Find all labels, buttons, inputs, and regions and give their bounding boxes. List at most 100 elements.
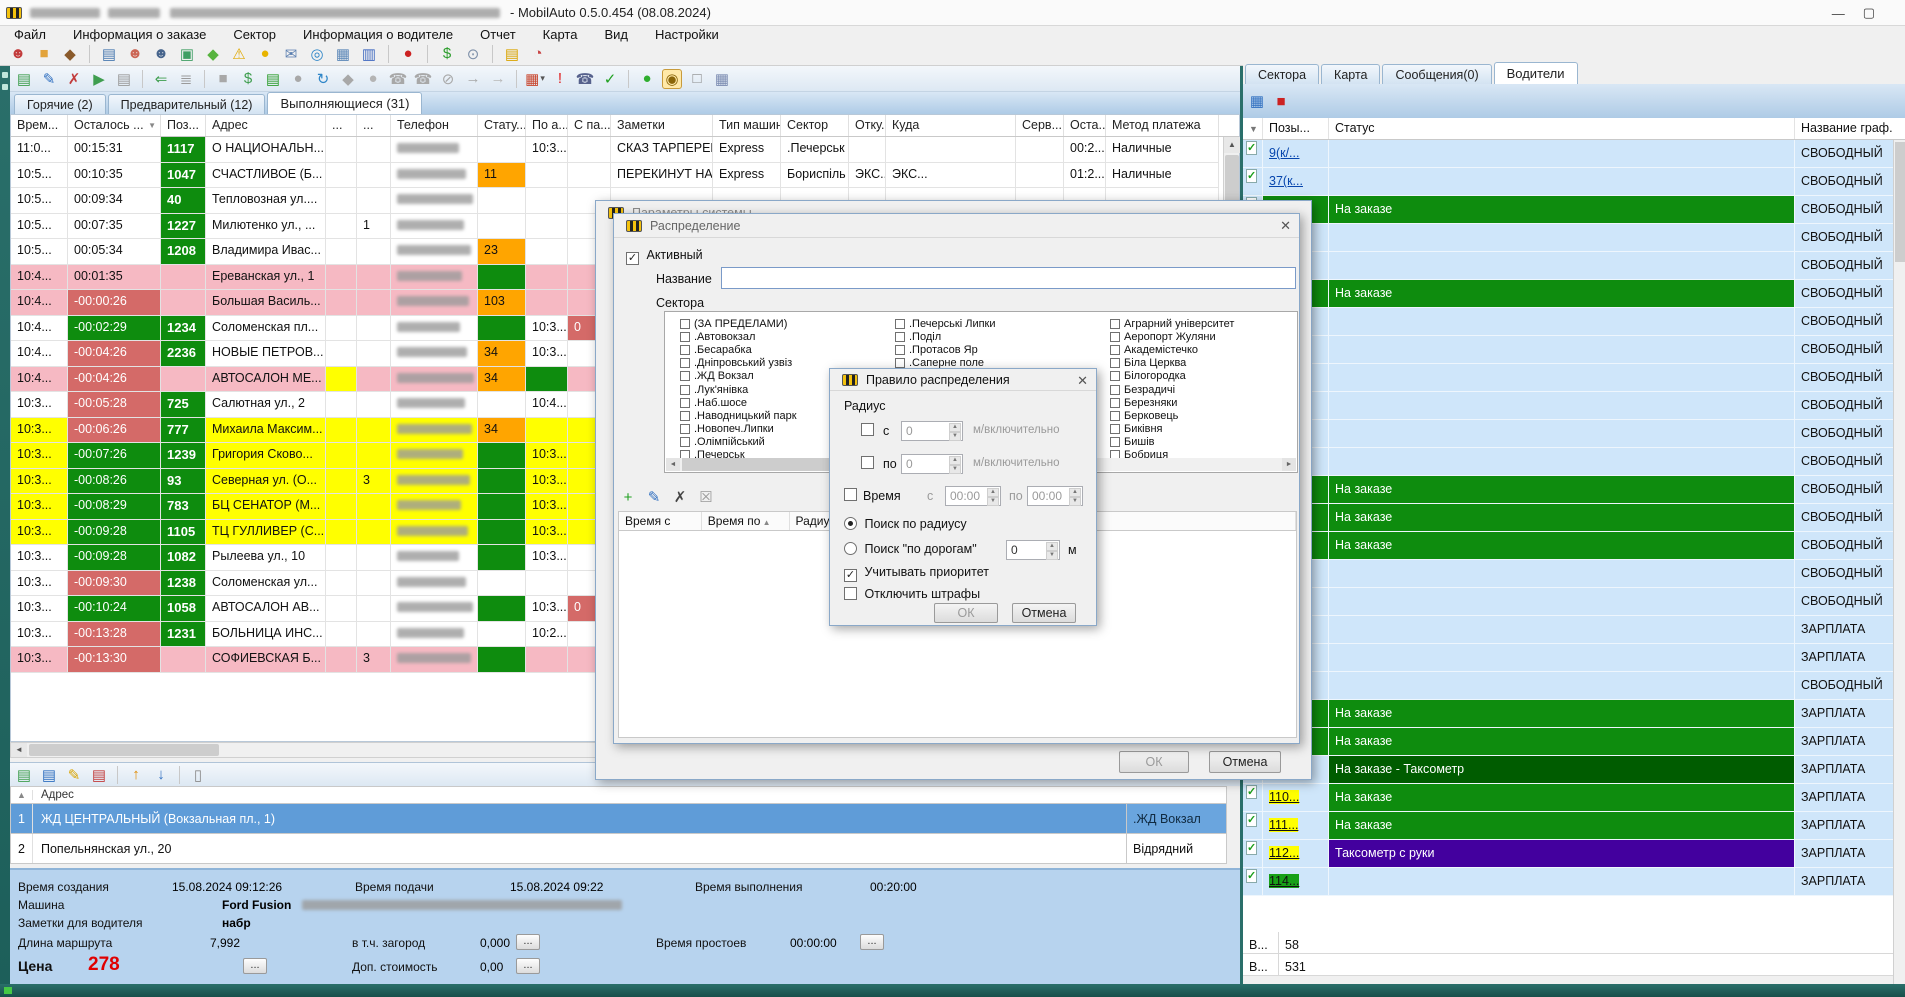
rules-column-header-1[interactable]: Время по ▲ [702,512,790,530]
sector-item[interactable]: Биківня [1110,423,1234,436]
sector-item[interactable]: Біла Церква [1110,357,1234,370]
checkbox-icon[interactable] [1110,385,1120,395]
doc-gray-icon[interactable]: ▤ [114,69,134,89]
minimize-button[interactable]: — [1832,6,1845,21]
db-edit-icon[interactable]: ✎ [39,69,59,89]
driver-row[interactable]: ✓На заказеСВОБОДНЫЙ [1243,504,1893,532]
orders-column-header-7[interactable]: Стату... [478,115,526,136]
orders-column-header-0[interactable]: Врем... [11,115,68,136]
frame-icon[interactable]: □ [687,69,707,89]
checkbox-icon[interactable] [1110,437,1120,447]
checkbox-icon[interactable] [1110,345,1120,355]
menu-Отчет[interactable]: Отчет [480,27,516,42]
sector-item[interactable]: (ЗА ПРЕДЕЛАМИ) [680,317,797,330]
driver-callsign-link[interactable]: 9(к/... [1269,146,1299,160]
driver-row[interactable]: ✓СВОБОДНЫЙ [1243,392,1893,420]
orders-column-header-1[interactable]: Осталось ...▼ [68,115,161,136]
tab-right-1[interactable]: Карта [1321,64,1380,84]
checkbox-icon[interactable] [680,345,690,355]
driver-row[interactable]: ✓СВОБОДНЫЙ [1243,560,1893,588]
search-radius-radio[interactable]: Поиск по радиусу [844,517,967,531]
db-delete-icon[interactable]: ✗ [64,69,84,89]
rule-edit-icon[interactable]: ✎ [644,487,664,507]
rule-add-icon[interactable]: + [618,487,638,507]
suburb-ellipsis-button[interactable]: ... [516,934,540,950]
close-icon[interactable]: ✕ [1280,218,1291,234]
checkbox-icon[interactable] [1110,358,1120,368]
card-icon[interactable]: ▥ [359,44,379,64]
checkbox-icon[interactable] [1110,371,1120,381]
system-ok-button[interactable]: ОК [1119,751,1189,773]
status-column-header[interactable]: Статус [1329,118,1795,139]
checkbox-icon[interactable] [895,345,905,355]
extra-ellipsis-button[interactable]: ... [516,958,540,974]
driver-row[interactable]: ✓111...На заказеЗАРПЛАТА [1243,812,1893,840]
tab-right-2[interactable]: Сообщения(0) [1382,64,1491,84]
mail-icon[interactable]: ✉ [281,44,301,64]
rules-column-header-0[interactable]: Время с [619,512,702,530]
sector-item[interactable]: Білогородка [1110,370,1234,383]
sector-item[interactable]: .Автовокзал [680,330,797,343]
scroll-left-icon[interactable]: ◄ [11,743,27,757]
db-add-icon[interactable]: ▤ [14,69,34,89]
tab-orders-0[interactable]: Горячие (2) [14,94,106,114]
driver-row[interactable]: ✓На заказеЗАРПЛАТА [1243,728,1893,756]
check-icon[interactable]: ✓ [600,69,620,89]
schedule-column-header[interactable]: Название граф... [1795,118,1893,139]
driver-callsign-link[interactable]: 110... [1269,790,1299,804]
sector-item[interactable]: .Протасов Яр [895,343,996,356]
sector-item[interactable]: .Поділ [895,330,996,343]
driver-row[interactable]: ✓114...ЗАРПЛАТА [1243,868,1893,896]
tab-right-0[interactable]: Сектора [1245,64,1319,84]
block-icon[interactable]: ■ [213,69,233,89]
checkbox-checked-icon[interactable]: ✓ [1246,169,1257,183]
handset2-gray-icon[interactable]: ☎ [413,69,433,89]
sector-item[interactable]: .Печерські Липки [895,317,996,330]
driver-row[interactable]: ✓На заказеЗАРПЛАТА [1243,700,1893,728]
sector-item[interactable]: Аеропорт Жуляни [1110,330,1234,343]
cancel-gray-icon[interactable]: ⊘ [438,69,458,89]
drivers-scrollbar[interactable] [1893,140,1905,997]
checkbox-icon[interactable] [680,424,690,434]
rule-ok-button[interactable]: ОК [934,603,998,623]
coin-icon[interactable]: ● [255,44,275,64]
checkbox-icon[interactable] [1110,398,1120,408]
orders-column-header-14[interactable]: Куда [886,115,1016,136]
time-checkbox[interactable] [844,488,857,501]
order-row[interactable]: 10:5...00:10:351047СЧАСТЛИВОЕ (Б...11ПЕР… [11,163,1239,189]
circle-gray-icon[interactable]: ● [288,69,308,89]
driver-row[interactable]: ✓СВОБОДНЫЙ [1243,224,1893,252]
distribution-titlebar[interactable]: Распределение ✕ [614,214,1299,238]
db-stack-icon[interactable]: ≣ [176,69,196,89]
driver-row[interactable]: ✓ЗАРПЛАТА [1243,644,1893,672]
sector-item[interactable]: .Новопеч.Липки [680,423,797,436]
rule-cancel-button[interactable]: Отмена [1012,603,1076,623]
refresh-icon[interactable]: ↻ [313,69,333,89]
sector-item[interactable]: .Лук'янівка [680,383,797,396]
trash-icon[interactable]: ▯ [188,765,208,785]
operator-icon[interactable]: ☻ [8,44,28,64]
orders-column-header-11[interactable]: Тип машины [713,115,781,136]
pie-chart-icon[interactable]: ◔ [528,44,548,64]
order-document-icon[interactable]: ▤ [99,44,119,64]
time-to-spinner[interactable]: 00:00▲▼ [1027,486,1083,506]
grid-colors-icon[interactable]: ▦▾ [525,69,545,89]
orders-column-header-3[interactable]: Адрес [206,115,326,136]
driver-row[interactable]: ✓На заказеСВОБОДНЫЙ [1243,280,1893,308]
maximize-button[interactable]: ▢ [1863,5,1875,21]
driver-row[interactable]: ✓На заказеСВОБОДНЫЙ [1243,196,1893,224]
scroll-left-icon[interactable]: ◄ [666,458,680,471]
disable-fines-checkbox[interactable]: Отключить штрафы [844,587,980,601]
sector-item[interactable]: .Бесарабка [680,343,797,356]
radius-to-checkbox[interactable] [861,456,874,469]
clients-icon[interactable]: ☻ [151,44,171,64]
radius-from-spinner[interactable]: 0▲▼ [901,421,963,441]
checkbox-icon[interactable] [680,411,690,421]
time-from-spinner[interactable]: 00:00▲▼ [945,486,1001,506]
checkbox-icon[interactable] [1110,332,1120,342]
orders-column-header-8[interactable]: По а... [526,115,568,136]
menu-Настройки[interactable]: Настройки [655,27,719,42]
arrow-right-gray-icon[interactable]: → [463,69,483,89]
callsign-column-header[interactable]: Позы... [1263,118,1329,139]
driver-row[interactable]: ✓На заказеСВОБОДНЫЙ [1243,476,1893,504]
